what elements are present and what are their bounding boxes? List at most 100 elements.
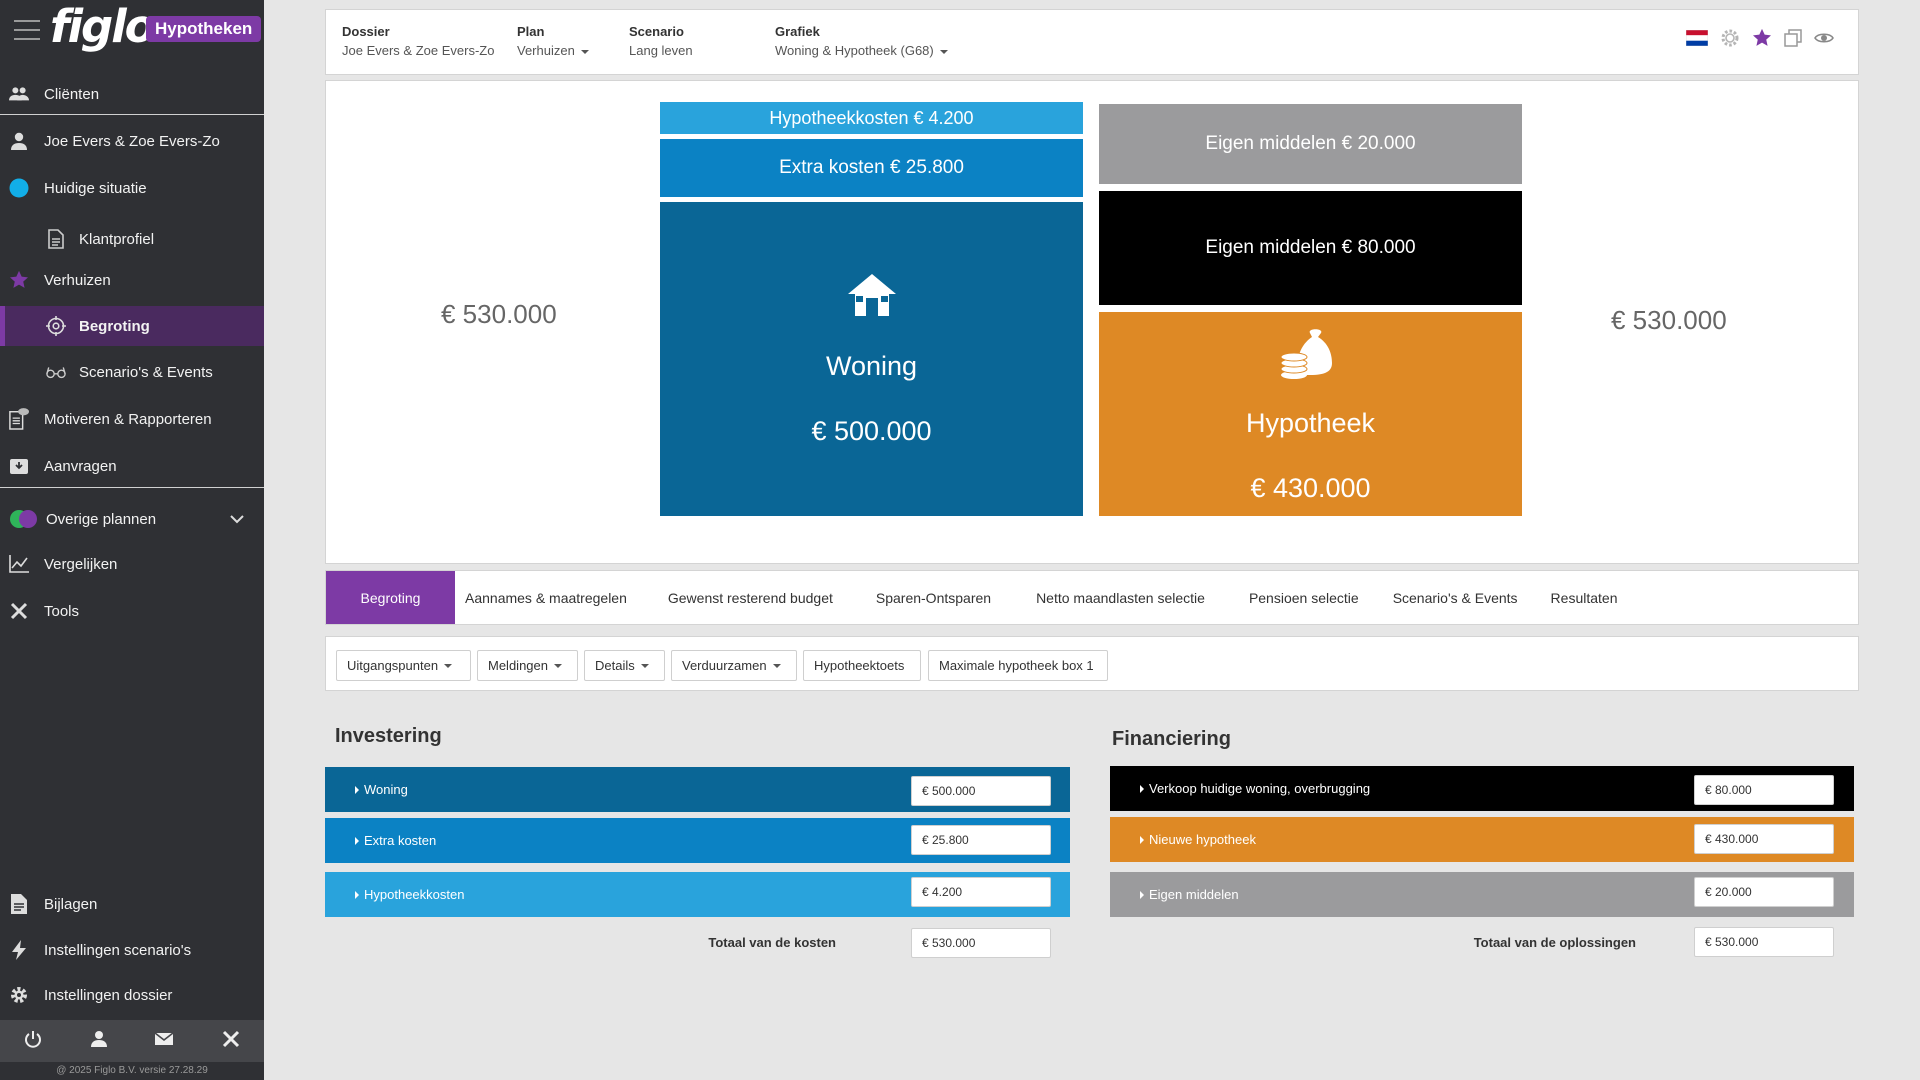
tab-scenarios-events[interactable]: Scenario's & Events	[1393, 571, 1518, 624]
sidebar-item-overige-plannen[interactable]: Overige plannen	[0, 499, 264, 539]
details-dropdown[interactable]: Details	[584, 650, 665, 681]
users-icon	[9, 84, 29, 104]
sidebar-item-label: Cliënten	[44, 85, 100, 103]
row-label: Hypotheekkosten	[364, 887, 465, 902]
sidebar-item-label: Tools	[44, 602, 80, 620]
figlo-logo[interactable]: figlo	[50, 2, 156, 52]
tab-netto-maandlasten-selectie[interactable]: Netto maandlasten selectie	[1036, 571, 1205, 624]
verduurzamen-label: Verduurzamen	[682, 658, 767, 673]
tab-begroting[interactable]: Begroting	[326, 571, 455, 624]
dutch-flag-icon[interactable]	[1685, 29, 1709, 51]
left-total: € 530.000	[441, 299, 557, 329]
sidebar-item-instellingen-dossier[interactable]: Instellingen dossier	[0, 975, 264, 1015]
eigen-middelen-block-1[interactable]: Eigen middelen € 20.000	[1099, 104, 1522, 184]
profile-icon[interactable]	[90, 1030, 107, 1053]
copy-icon[interactable]	[1784, 29, 1802, 52]
caret-right-icon	[355, 836, 359, 845]
eigen-middelen-block-2[interactable]: Eigen middelen € 80.000	[1099, 191, 1522, 305]
woning-title: Woning	[825, 350, 918, 381]
hypotheekkosten-amount-input[interactable]: € 4.200	[911, 877, 1051, 907]
row-label: Eigen middelen	[1149, 887, 1239, 902]
sidebar-item-tools[interactable]: Tools	[0, 591, 264, 631]
chart-panel: € 530.000 € 530.000 Hypotheekkosten € 4.…	[325, 80, 1859, 564]
eye-icon[interactable]	[1814, 31, 1834, 50]
woning-amount-input[interactable]: € 500.000	[911, 776, 1051, 806]
tab-aannames-maatregelen[interactable]: Aannames & maatregelen	[465, 571, 627, 624]
user-icon	[9, 131, 29, 151]
hypotheektoets-label: Hypotheektoets	[814, 658, 905, 673]
details-label: Details	[595, 658, 635, 673]
woning-value: € 500.000	[811, 415, 932, 446]
caret-right-icon	[1140, 890, 1144, 899]
sidebar-item-label: Vergelijken	[44, 555, 118, 573]
hypotheektoets-button[interactable]: Hypotheektoets	[803, 650, 921, 681]
breadcrumb-grafiek[interactable]: Grafiek Woning & Hypotheek (G68)	[775, 24, 948, 58]
sidebar-item-label: Verhuizen	[44, 271, 111, 289]
mail-icon[interactable]	[154, 1031, 174, 1051]
sidebar-bottom-bar	[0, 1020, 264, 1062]
money-bag-icon	[1280, 325, 1342, 386]
caret-down-icon	[444, 663, 453, 668]
copyright-text: @ 2025 Figlo B.V. versie 27.28.29	[56, 1065, 208, 1076]
inbox-icon	[9, 456, 29, 476]
sidebar-item-aanvragen[interactable]: Aanvragen	[0, 446, 264, 486]
sidebar-item-verhuizen[interactable]: Verhuizen	[0, 260, 264, 300]
plan-value: Verhuizen	[517, 43, 575, 58]
sidebar-item-huidige-situatie[interactable]: Huidige situatie	[0, 168, 264, 208]
caret-down-icon	[939, 49, 948, 54]
tab-gewenst-resterend-budget[interactable]: Gewenst resterend budget	[668, 571, 833, 624]
extra-kosten-amount-input[interactable]: € 25.800	[911, 825, 1051, 855]
hypotheek-value: € 430.000	[1250, 472, 1371, 503]
breadcrumb-dossier[interactable]: Dossier Joe Evers & Zoe Evers-Zo	[342, 24, 494, 58]
grafiek-value: Woning & Hypotheek (G68)	[775, 43, 934, 58]
woning-block[interactable]: Woning € 500.000	[660, 202, 1083, 516]
plans-icon	[9, 509, 39, 529]
house-icon	[846, 272, 898, 323]
gear-icon[interactable]	[1720, 28, 1740, 53]
caret-down-icon	[772, 663, 781, 668]
target-icon	[46, 316, 66, 336]
divider	[0, 487, 264, 488]
tab-pensioen-selectie[interactable]: Pensioen selectie	[1249, 571, 1359, 624]
verkoop-amount-input[interactable]: € 80.000	[1694, 775, 1834, 805]
row-label: Nieuwe hypotheek	[1149, 832, 1256, 847]
sidebar-item-bijlagen[interactable]: Bijlagen	[0, 884, 264, 924]
tools-icon[interactable]	[222, 1030, 240, 1053]
dossier-value: Joe Evers & Zoe Evers-Zo	[342, 43, 495, 58]
nieuwe-hypotheek-amount-input[interactable]: € 430.000	[1694, 824, 1834, 854]
extra-kosten-block[interactable]: Extra kosten € 25.800	[660, 139, 1083, 197]
eigen-middelen-block-1-label: Eigen middelen € 20.000	[1205, 133, 1416, 154]
hypotheek-title: Hypotheek	[1245, 407, 1376, 438]
hypotheekkosten-block[interactable]: Hypotheekkosten € 4.200	[660, 102, 1083, 134]
sidebar-item-vergelijken[interactable]: Vergelijken	[0, 544, 264, 584]
circle-icon	[9, 178, 29, 198]
tab-resultaten[interactable]: Resultaten	[1551, 571, 1618, 624]
sidebar-item-begroting[interactable]: Begroting	[0, 306, 264, 346]
caret-right-icon	[1140, 784, 1144, 793]
star-icon[interactable]	[1752, 28, 1772, 53]
plan-label: Plan	[517, 24, 545, 39]
sidebar-item-instellingen-scenarios[interactable]: Instellingen scenario's	[0, 930, 264, 970]
hypotheek-block[interactable]: Hypotheek € 430.000	[1099, 312, 1522, 516]
sidebar-item-client[interactable]: Joe Evers & Zoe Evers-Zo	[0, 121, 264, 161]
meldingen-dropdown[interactable]: Meldingen	[477, 650, 578, 681]
power-icon[interactable]	[24, 1030, 42, 1053]
verduurzamen-dropdown[interactable]: Verduurzamen	[671, 650, 797, 681]
breadcrumb-plan[interactable]: Plan Verhuizen	[517, 24, 589, 58]
sidebar-item-clienten[interactable]: Cliënten	[0, 74, 264, 114]
sidebar-item-scenarios-events[interactable]: Scenario's & Events	[0, 352, 264, 392]
sidebar-item-motiveren-rapporteren[interactable]: Motiveren & Rapporteren	[0, 399, 264, 439]
meldingen-label: Meldingen	[488, 658, 548, 673]
caret-down-icon	[580, 49, 589, 54]
chevron-down-icon[interactable]	[230, 511, 244, 528]
sidebar-item-klantprofiel[interactable]: Klantprofiel	[0, 219, 264, 259]
eigen-middelen-block-2-label: Eigen middelen € 80.000	[1205, 237, 1416, 258]
eigen-middelen-amount-input[interactable]: € 20.000	[1694, 877, 1834, 907]
breadcrumb-scenario[interactable]: Scenario Lang leven	[629, 24, 693, 58]
caret-right-icon	[355, 890, 359, 899]
hamburger-menu-icon[interactable]	[14, 20, 40, 40]
tab-sparen-ontsparen[interactable]: Sparen-Ontsparen	[876, 571, 991, 624]
maximale-hypotheek-label: Maximale hypotheek box 1	[939, 658, 1094, 673]
maximale-hypotheek-button[interactable]: Maximale hypotheek box 1	[928, 650, 1108, 681]
uitgangspunten-dropdown[interactable]: Uitgangspunten	[336, 650, 471, 681]
